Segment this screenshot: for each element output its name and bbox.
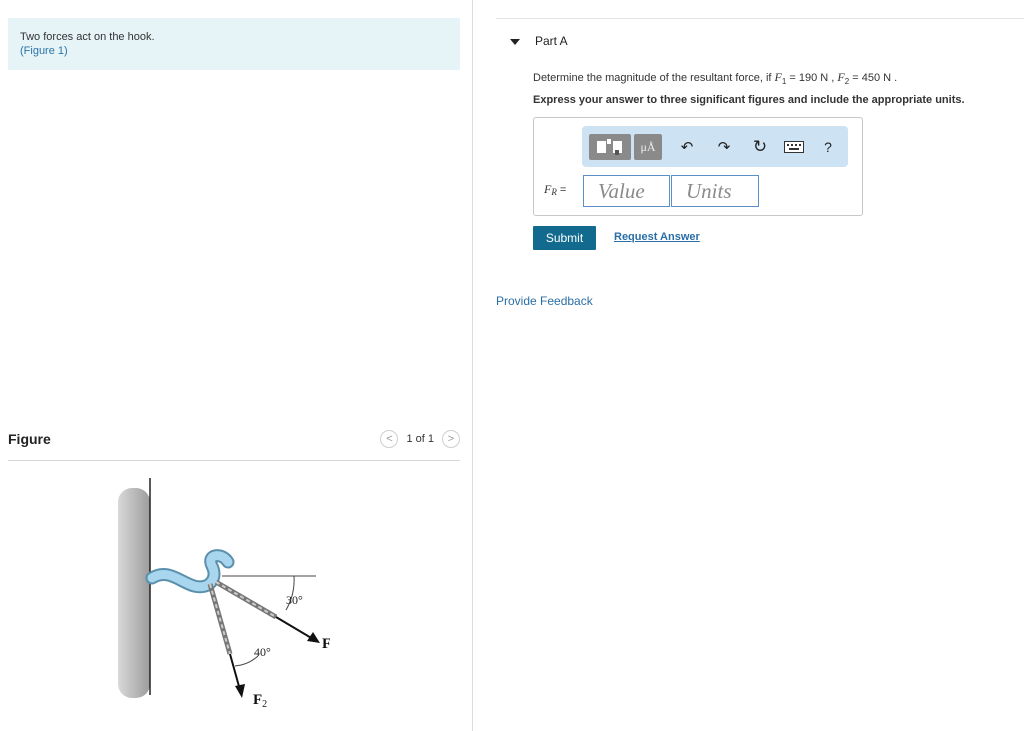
next-figure-button[interactable]: > xyxy=(442,430,460,448)
pager-text: 1 of 1 xyxy=(406,433,434,445)
figure-header: Figure < 1 of 1 > xyxy=(8,430,460,461)
answer-instruction: Express your answer to three significant… xyxy=(533,94,965,106)
force-f2-arrow xyxy=(229,653,241,691)
part-header[interactable]: Part A xyxy=(496,18,1024,63)
answer-label: FR = xyxy=(544,182,567,197)
collapse-caret-icon[interactable] xyxy=(510,39,520,45)
help-button[interactable]: ? xyxy=(820,134,836,160)
arrowhead-f2 xyxy=(235,684,245,698)
f2-label: F2 xyxy=(253,692,267,710)
f1-label: F1 xyxy=(322,636,330,654)
problem-text: Two forces act on the hook. xyxy=(20,31,155,43)
wall xyxy=(118,488,150,698)
figure-link[interactable]: (Figure 1) xyxy=(20,44,460,58)
question-text: Determine the magnitude of the resultant… xyxy=(533,70,898,87)
units-symbol-button[interactable]: μÅ xyxy=(634,134,662,160)
part-panel: Part A Determine the magnitude of the re… xyxy=(496,18,1024,308)
request-answer-link[interactable]: Request Answer xyxy=(614,231,700,243)
force-f1-arrow xyxy=(275,616,314,640)
keyboard-icon[interactable] xyxy=(783,134,805,160)
answer-box: μÅ ↶ ↷ ↻ ? FR = Value Units xyxy=(533,117,863,216)
angle-30-label: 30° xyxy=(286,593,303,607)
figure-title: Figure xyxy=(8,431,51,447)
panel-divider xyxy=(472,0,473,731)
part-title: Part A xyxy=(535,34,568,48)
math-toolbar: μÅ ↶ ↷ ↻ ? xyxy=(582,126,848,167)
undo-icon[interactable]: ↶ xyxy=(677,134,697,160)
units-input[interactable]: Units xyxy=(671,175,759,207)
value-input[interactable]: Value xyxy=(583,175,670,207)
submit-button[interactable]: Submit xyxy=(533,226,596,250)
provide-feedback-link[interactable]: Provide Feedback xyxy=(496,294,593,308)
problem-statement: Two forces act on the hook. (Figure 1) xyxy=(8,18,460,70)
reset-icon[interactable]: ↻ xyxy=(750,134,770,160)
hook-figure: 30° 40° F1 F2 xyxy=(118,478,330,710)
angle-40-label: 40° xyxy=(254,645,271,659)
template-icon[interactable] xyxy=(589,134,631,160)
prev-figure-button[interactable]: < xyxy=(380,430,399,448)
redo-icon[interactable]: ↷ xyxy=(714,134,734,160)
figure-pager: < 1 of 1 > xyxy=(380,430,460,448)
